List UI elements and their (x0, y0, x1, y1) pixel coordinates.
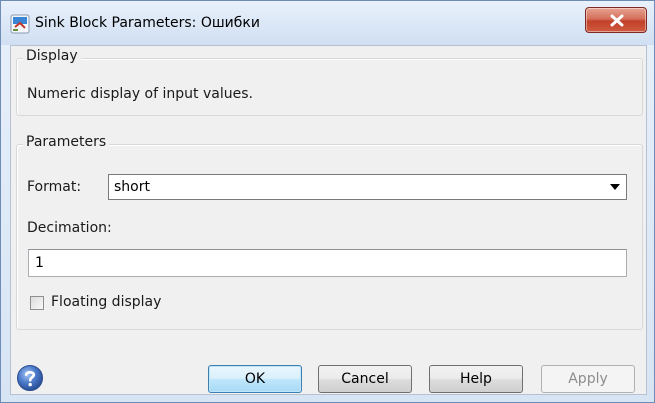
dialog-client-area: Display Numeric display of input values.… (10, 45, 647, 395)
close-icon (610, 14, 624, 27)
parameters-group-legend: Parameters (23, 134, 110, 150)
apply-button: Apply (541, 365, 635, 393)
close-button[interactable] (585, 7, 647, 33)
window-title: Sink Block Parameters: Ошибки (35, 15, 260, 31)
cancel-button[interactable]: Cancel (318, 365, 412, 393)
title-bar[interactable]: Sink Block Parameters: Ошибки (1, 1, 654, 45)
display-description: Numeric display of input values. (27, 86, 253, 102)
floating-display-label[interactable]: Floating display (51, 294, 161, 310)
decimation-input[interactable]: 1 (28, 249, 627, 277)
format-dropdown-value: short (114, 179, 150, 195)
format-label: Format: (27, 179, 82, 195)
floating-display-checkbox[interactable] (30, 296, 44, 310)
help-button[interactable]: Help (429, 365, 523, 393)
format-dropdown[interactable]: short (108, 174, 627, 200)
help-question-icon[interactable] (16, 364, 44, 392)
simulink-block-icon (10, 14, 30, 34)
decimation-input-value: 1 (35, 255, 44, 271)
dialog-window: Sink Block Parameters: Ошибки Display Nu… (0, 0, 655, 403)
display-group-legend: Display (23, 48, 81, 64)
decimation-label: Decimation: (27, 220, 112, 236)
chevron-down-icon (610, 184, 620, 190)
ok-button[interactable]: OK (208, 365, 302, 393)
